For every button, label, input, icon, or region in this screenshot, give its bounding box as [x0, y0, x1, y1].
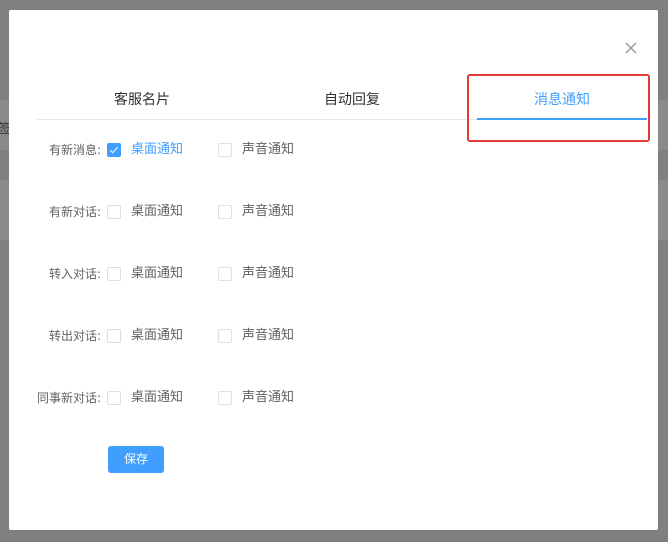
desktop-notification-checkbox[interactable]: 桌面通知	[107, 388, 183, 408]
row-label: 同事新对话:	[36, 391, 101, 405]
setting-row-colleague-conversation: 同事新对话: 桌面通知 声音通知	[9, 388, 658, 408]
checkbox-label: 桌面通知	[131, 390, 184, 405]
checkbox-box[interactable]	[107, 267, 121, 281]
checkbox-label: 声音通知	[242, 266, 295, 281]
setting-row-new-message: 有新消息: 桌面通知 声音通知	[9, 140, 658, 160]
checkbox-label: 桌面通知	[131, 142, 184, 157]
checkbox-box[interactable]	[218, 391, 232, 405]
sound-notification-checkbox[interactable]: 声音通知	[218, 202, 294, 222]
active-tab-indicator	[477, 118, 647, 120]
checkbox-box[interactable]	[218, 143, 232, 157]
notification-settings-dialog: 客服名片 自动回复 消息通知 有新消息: 桌面通知 声音通知 有新对话: 桌面通…	[9, 10, 658, 530]
settings-tabs: 客服名片 自动回复 消息通知	[37, 80, 647, 120]
checkbox-label: 桌面通知	[131, 204, 184, 219]
desktop-notification-checkbox[interactable]: 桌面通知	[107, 202, 183, 222]
setting-row-transfer-in: 转入对话: 桌面通知 声音通知	[9, 264, 658, 284]
tab-service-card[interactable]: 客服名片	[37, 80, 247, 119]
tab-auto-reply[interactable]: 自动回复	[247, 80, 457, 119]
desktop-notification-checkbox[interactable]: 桌面通知	[107, 326, 183, 346]
sound-notification-checkbox[interactable]: 声音通知	[218, 326, 294, 346]
row-label: 转入对话:	[48, 267, 101, 281]
sound-notification-checkbox[interactable]: 声音通知	[218, 388, 294, 408]
checkbox-label: 声音通知	[242, 142, 295, 157]
save-button[interactable]: 保存	[108, 446, 164, 473]
desktop-notification-checkbox[interactable]: 桌面通知	[107, 264, 183, 284]
sound-notification-checkbox[interactable]: 声音通知	[218, 140, 294, 160]
tab-message-notification[interactable]: 消息通知	[477, 80, 647, 119]
setting-row-new-conversation: 有新对话: 桌面通知 声音通知	[9, 202, 658, 222]
close-icon[interactable]	[623, 40, 639, 56]
row-label: 有新消息:	[48, 143, 101, 157]
row-label: 转出对话:	[48, 329, 101, 343]
row-label: 有新对话:	[48, 205, 101, 219]
checkbox-box[interactable]	[107, 391, 121, 405]
checkbox-box[interactable]	[107, 143, 121, 157]
checkbox-label: 桌面通知	[131, 328, 184, 343]
checkbox-box[interactable]	[107, 329, 121, 343]
checkbox-label: 桌面通知	[131, 266, 184, 281]
checkbox-box[interactable]	[218, 329, 232, 343]
checkbox-box[interactable]	[107, 205, 121, 219]
desktop-notification-checkbox[interactable]: 桌面通知	[107, 140, 183, 160]
checkbox-label: 声音通知	[242, 328, 295, 343]
checkbox-box[interactable]	[218, 267, 232, 281]
checkbox-box[interactable]	[218, 205, 232, 219]
sound-notification-checkbox[interactable]: 声音通知	[218, 264, 294, 284]
checkbox-label: 声音通知	[242, 390, 295, 405]
checkbox-label: 声音通知	[242, 204, 295, 219]
setting-row-transfer-out: 转出对话: 桌面通知 声音通知	[9, 326, 658, 346]
